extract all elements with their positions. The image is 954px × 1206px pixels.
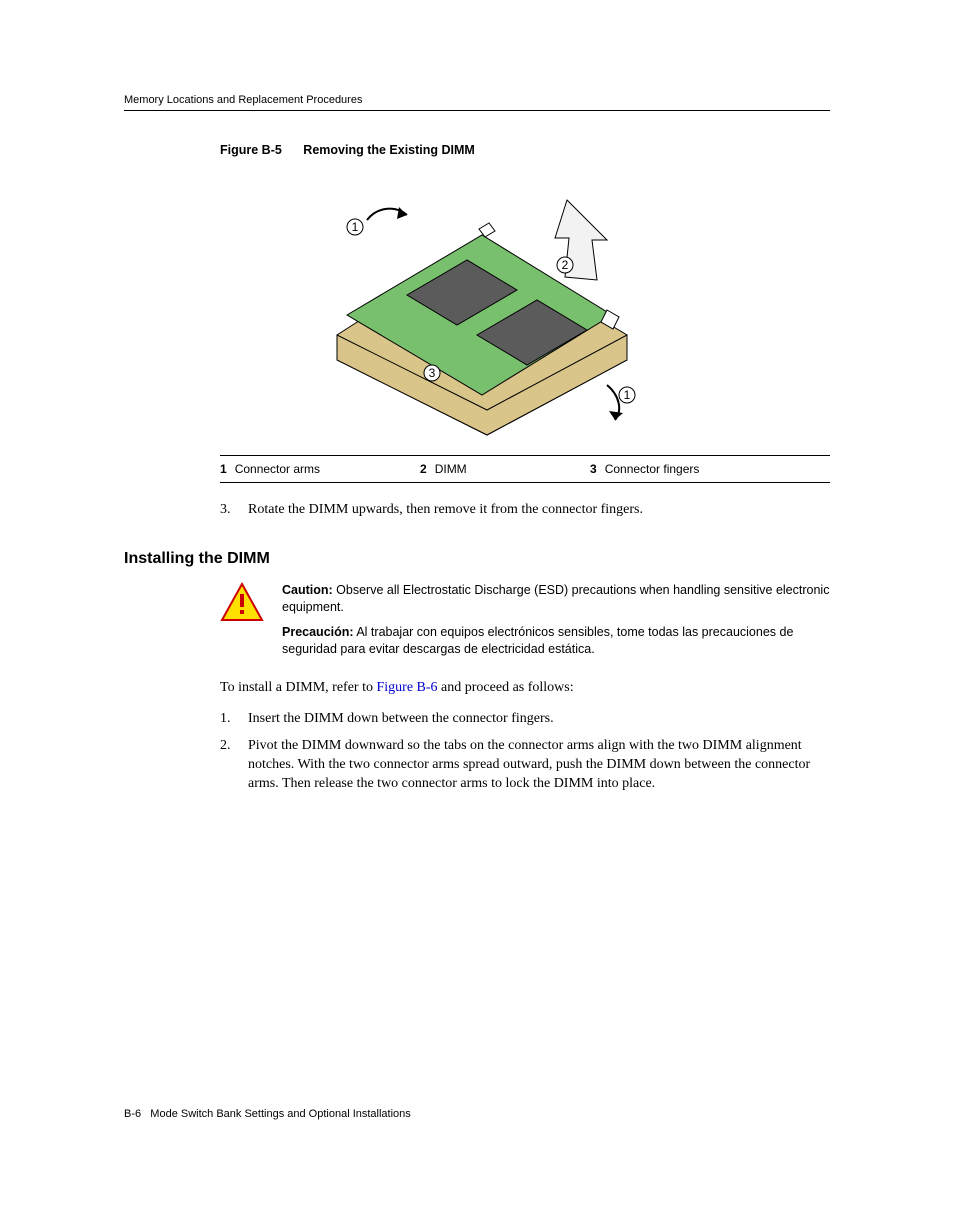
caution-block: Caution: Observe all Electrostatic Disch… [220, 582, 830, 666]
caution-icon [220, 582, 264, 622]
svg-text:2: 2 [562, 258, 569, 272]
procedure-step: 1. Insert the DIMM down between the conn… [220, 710, 830, 729]
legend-num: 3 [590, 462, 597, 476]
caution-text-body: Observe all Electrostatic Discharge (ESD… [282, 583, 829, 614]
procedure-step: 3. Rotate the DIMM upwards, then remove … [220, 501, 830, 520]
figure-label: Figure B-5 [220, 143, 282, 157]
procedure-step: 2. Pivot the DIMM downward so the tabs o… [220, 737, 830, 794]
intro-post: and proceed as follows: [438, 680, 574, 695]
legend-num: 2 [420, 462, 427, 476]
step-text: Insert the DIMM down between the connect… [248, 710, 830, 729]
step-text: Pivot the DIMM downward so the tabs on t… [248, 737, 830, 794]
install-intro: To install a DIMM, refer to Figure B-6 a… [220, 679, 830, 698]
intro-pre: To install a DIMM, refer to [220, 680, 376, 695]
legend-text: Connector fingers [605, 462, 700, 476]
section-heading: Installing the DIMM [124, 550, 830, 568]
running-header: Memory Locations and Replacement Procedu… [124, 94, 830, 111]
chapter-title: Mode Switch Bank Settings and Optional I… [150, 1108, 410, 1120]
step-text: Rotate the DIMM upwards, then remove it … [248, 501, 830, 520]
step-number: 2. [220, 737, 248, 794]
step-number: 1. [220, 710, 248, 729]
legend-text: Connector arms [235, 462, 320, 476]
figure-legend: 1 Connector arms 2 DIMM 3 Connector fing… [220, 455, 830, 483]
svg-text:3: 3 [429, 366, 436, 380]
caution-label: Caution: [282, 583, 333, 597]
step-number: 3. [220, 501, 248, 520]
precaucion-label: Precaución: [282, 625, 354, 639]
legend-num: 1 [220, 462, 227, 476]
legend-text: DIMM [435, 462, 467, 476]
figure-title: Removing the Existing DIMM [303, 143, 475, 157]
svg-text:1: 1 [624, 388, 631, 402]
svg-text:1: 1 [352, 220, 359, 234]
figure-caption: Figure B-5 Removing the Existing DIMM [220, 143, 830, 157]
page-number: B-6 [124, 1108, 141, 1120]
page-footer: B-6 Mode Switch Bank Settings and Option… [124, 1108, 411, 1120]
precaucion-text-body: Al trabajar con equipos electrónicos sen… [282, 625, 793, 656]
figure-cross-reference[interactable]: Figure B-6 [376, 680, 437, 695]
dimm-removal-illustration-icon: 1 2 3 1 [307, 185, 647, 445]
